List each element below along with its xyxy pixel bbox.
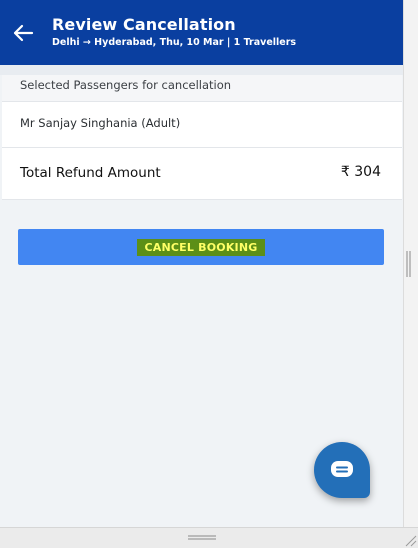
section-label: Selected Passengers for cancellation (2, 75, 402, 102)
page-title: Review Cancellation (52, 15, 236, 34)
back-button[interactable] (10, 20, 36, 46)
passenger-row: Mr Sanjay Singhania (Adult) (2, 102, 402, 148)
cancel-booking-label: CANCEL BOOKING (136, 238, 266, 256)
cancel-booking-button[interactable]: CANCEL BOOKING (18, 229, 384, 265)
refund-amount: ₹ 304 (340, 164, 381, 180)
refund-label: Total Refund Amount (20, 165, 161, 181)
header-divider (0, 65, 403, 75)
app-header: Review Cancellation Delhi → Hyderabad, T… (0, 0, 403, 65)
horizontal-grip-icon[interactable] (188, 534, 216, 542)
resize-corner-icon[interactable] (403, 533, 417, 547)
vertical-grip-icon[interactable] (406, 251, 411, 277)
refund-row: Total Refund Amount ₹ 304 (2, 148, 402, 200)
chat-button[interactable] (314, 442, 370, 498)
arrow-left-icon (13, 24, 34, 42)
trip-summary: Delhi → Hyderabad, Thu, 10 Mar | 1 Trave… (52, 37, 297, 48)
chat-bubble-icon (331, 461, 353, 477)
